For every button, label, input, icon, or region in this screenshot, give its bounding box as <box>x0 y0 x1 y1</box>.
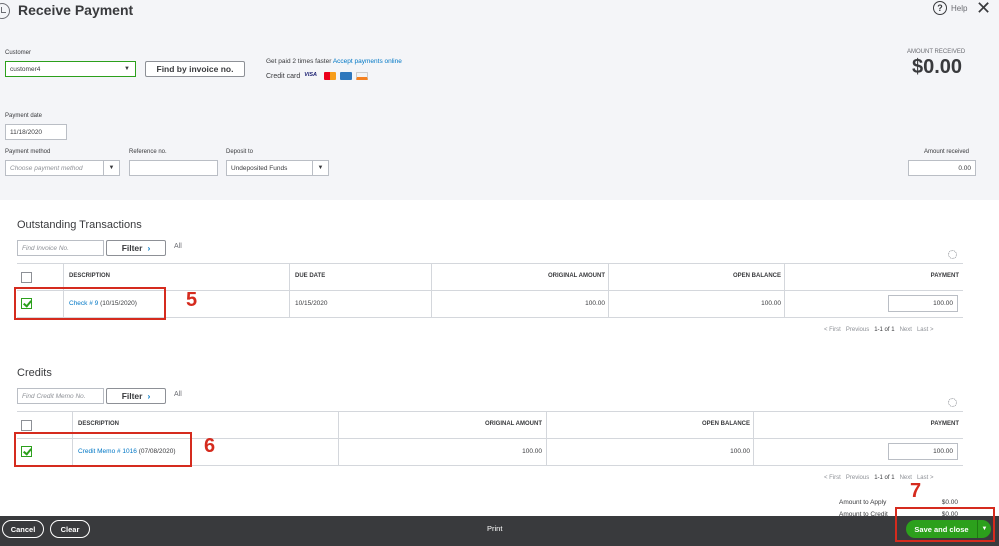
outstanding-row-open-balance: 100.00 <box>761 300 781 307</box>
annotation-box-6 <box>14 432 192 467</box>
amex-icon <box>340 72 353 80</box>
outstanding-pager: < First Previous 1-1 of 1 Next Last > <box>824 327 933 333</box>
help-icon[interactable]: ? <box>933 1 947 15</box>
mastercard-icon <box>324 72 337 80</box>
outstanding-title: Outstanding Transactions <box>17 219 142 231</box>
credits-row-original-amount: 100.00 <box>522 448 542 455</box>
outstanding-select-all-checkbox[interactable] <box>21 272 32 283</box>
annotation-box-7 <box>895 507 995 542</box>
pager-range: 1-1 of 1 <box>874 327 895 333</box>
chevron-down-icon: ▼ <box>103 161 119 175</box>
payment-method-label: Payment method <box>5 149 51 155</box>
filter-label: Filter <box>121 391 143 401</box>
pager-range: 1-1 of 1 <box>874 475 895 481</box>
annotation-number-7: 7 <box>910 480 922 502</box>
credit-col-payment: PAYMENT <box>930 421 959 427</box>
credits-settings-gear-icon[interactable] <box>948 398 957 407</box>
credit-col-open-balance: OPEN BALANCE <box>701 421 750 427</box>
col-description: DESCRIPTION <box>69 273 111 279</box>
filter-label: Filter <box>121 243 143 253</box>
outstanding-row-original-amount: 100.00 <box>585 300 605 307</box>
pager-first[interactable]: < First <box>824 327 841 333</box>
payment-method-select[interactable]: Choose payment method ▼ <box>5 160 120 176</box>
amount-to-apply-value: $0.00 <box>941 499 958 506</box>
credit-col-original-amount: ORIGINAL AMOUNT <box>485 421 542 427</box>
customer-select[interactable]: customer4 ▼ <box>5 61 136 77</box>
close-icon[interactable]: ✕ <box>976 0 991 17</box>
annotation-number-6: 6 <box>204 435 216 457</box>
outstanding-settings-gear-icon[interactable] <box>948 250 957 259</box>
accept-payments-link[interactable]: Accept payments online <box>333 58 402 65</box>
payment-date-label: Payment date <box>5 113 43 119</box>
page-title: Receive Payment <box>18 2 134 18</box>
col-due-date: DUE DATE <box>295 273 326 279</box>
deposit-to-select[interactable]: Undeposited Funds ▼ <box>226 160 329 176</box>
chevron-right-icon: › <box>147 391 151 401</box>
credits-filter-button[interactable]: Filter › <box>106 388 166 404</box>
credit-card-row: Credit card VISA <box>266 72 369 80</box>
outstanding-row-payment-input[interactable]: 100.00 <box>888 295 958 312</box>
amount-received-input[interactable]: 0.00 <box>908 160 976 176</box>
get-paid-promo: Get paid 2 times faster Accept payments … <box>266 58 402 65</box>
annotation-box-5 <box>14 287 166 320</box>
print-button[interactable]: Print <box>487 524 502 533</box>
help-link[interactable]: Help <box>951 4 967 13</box>
credits-all-label: All <box>174 391 182 398</box>
outstanding-all-label: All <box>174 243 182 250</box>
credits-row-open-balance: 100.00 <box>730 448 750 455</box>
pager-previous[interactable]: Previous <box>846 475 869 481</box>
amount-received-field-label: Amount received <box>924 149 970 155</box>
visa-icon: VISA <box>304 72 318 78</box>
credits-row-payment-input[interactable]: 100.00 <box>888 443 958 460</box>
customer-label: Customer <box>5 50 32 56</box>
col-original-amount: ORIGINAL AMOUNT <box>548 273 605 279</box>
annotation-number-5: 5 <box>186 289 198 311</box>
find-by-invoice-button[interactable]: Find by invoice no. <box>145 61 245 77</box>
credit-card-label: Credit card <box>266 72 301 80</box>
find-credit-memo-input[interactable]: Find Credit Memo No. <box>17 388 104 404</box>
credit-col-description: DESCRIPTION <box>78 421 120 427</box>
cancel-button[interactable]: Cancel <box>2 520 44 538</box>
deposit-to-label: Deposit to <box>226 149 254 155</box>
chevron-down-icon: ▼ <box>312 161 328 175</box>
amount-received-total: $0.00 <box>912 56 963 78</box>
payment-method-placeholder: Choose payment method <box>10 164 83 172</box>
credits-select-all-checkbox[interactable] <box>21 420 32 431</box>
outstanding-row-due-date: 10/15/2020 <box>295 300 328 307</box>
find-invoice-input[interactable]: Find Invoice No. <box>17 240 104 256</box>
deposit-to-value: Undeposited Funds <box>231 164 288 172</box>
reference-label: Reference no. <box>129 149 167 155</box>
payment-date-input[interactable]: 11/18/2020 <box>5 124 67 140</box>
chevron-down-icon: ▼ <box>124 66 130 72</box>
customer-value: customer4 <box>10 65 41 73</box>
outstanding-filter-button[interactable]: Filter › <box>106 240 166 256</box>
discover-icon <box>356 72 369 80</box>
get-paid-text: Get paid 2 times faster <box>266 58 332 65</box>
col-payment: PAYMENT <box>930 273 959 279</box>
chevron-right-icon: › <box>147 243 151 253</box>
col-open-balance: OPEN BALANCE <box>732 273 781 279</box>
clear-button[interactable]: Clear <box>50 520 90 538</box>
credits-title: Credits <box>17 367 52 379</box>
pager-previous[interactable]: Previous <box>846 327 869 333</box>
reference-input[interactable] <box>129 160 218 176</box>
amount-to-apply-label: Amount to Apply <box>839 499 887 506</box>
pager-first[interactable]: < First <box>824 475 841 481</box>
pager-next[interactable]: Next <box>900 327 912 333</box>
pager-last[interactable]: Last > <box>917 327 934 333</box>
amount-received-label: AMOUNT RECEIVED <box>907 49 966 55</box>
